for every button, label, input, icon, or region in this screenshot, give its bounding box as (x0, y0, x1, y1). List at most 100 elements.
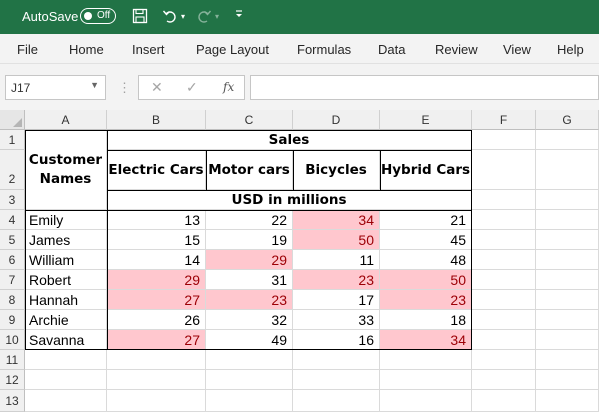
tab-view[interactable]: View (503, 42, 531, 57)
tab-page-layout[interactable]: Page Layout (196, 42, 269, 57)
empty-cell[interactable] (472, 330, 536, 350)
column-header-g[interactable]: G (536, 110, 599, 130)
tab-review[interactable]: Review (435, 42, 478, 57)
sales-value-cell[interactable]: 13 (107, 210, 206, 230)
tab-file[interactable]: File (17, 42, 38, 57)
customer-name-cell[interactable]: Emily (25, 210, 107, 230)
sales-value-cell[interactable]: 49 (206, 330, 293, 350)
empty-cell[interactable] (472, 390, 536, 412)
autosave-toggle[interactable]: Off (80, 8, 116, 24)
customer-name-cell[interactable]: Archie (25, 310, 107, 330)
units-cell[interactable]: USD in millions (107, 190, 472, 210)
empty-cell[interactable] (536, 390, 599, 412)
sales-value-cell[interactable]: 27 (107, 290, 206, 310)
empty-cell[interactable] (536, 310, 599, 330)
column-header-e[interactable]: E (380, 110, 472, 130)
empty-cell[interactable] (536, 250, 599, 270)
tab-formulas[interactable]: Formulas (297, 42, 351, 57)
empty-cell[interactable] (25, 350, 107, 370)
tab-help[interactable]: Help (557, 42, 584, 57)
name-box-dropdown-icon[interactable]: ▼ (90, 80, 99, 90)
empty-cell[interactable] (293, 390, 380, 412)
sales-value-cell[interactable]: 48 (380, 250, 472, 270)
row-header-7[interactable]: 7 (0, 270, 25, 290)
column-header-d[interactable]: D (293, 110, 380, 130)
sales-value-cell[interactable]: 31 (206, 270, 293, 290)
sales-value-cell[interactable]: 32 (206, 310, 293, 330)
customer-name-cell[interactable]: Robert (25, 270, 107, 290)
empty-cell[interactable] (206, 390, 293, 412)
cancel-icon[interactable]: ✕ (151, 79, 163, 96)
empty-cell[interactable] (472, 150, 536, 190)
empty-cell[interactable] (107, 350, 206, 370)
sales-value-cell[interactable]: 26 (107, 310, 206, 330)
row-header-1[interactable]: 1 (0, 130, 25, 150)
empty-cell[interactable] (380, 370, 472, 390)
undo-dropdown-icon[interactable]: ▾ (181, 8, 185, 26)
customer-names-header[interactable]: Customer Names (25, 130, 107, 210)
customize-toolbar-icon[interactable] (234, 8, 244, 26)
empty-cell[interactable] (472, 350, 536, 370)
empty-cell[interactable] (536, 210, 599, 230)
empty-cell[interactable] (107, 390, 206, 412)
empty-cell[interactable] (536, 230, 599, 250)
sales-value-cell[interactable]: 14 (107, 250, 206, 270)
empty-cell[interactable] (472, 130, 536, 150)
empty-cell[interactable] (536, 150, 599, 190)
sales-value-cell[interactable]: 21 (380, 210, 472, 230)
empty-cell[interactable] (380, 390, 472, 412)
redo-dropdown-icon[interactable]: ▾ (215, 8, 219, 26)
sales-value-cell[interactable]: 50 (293, 230, 380, 250)
product-header-cell[interactable]: Hybrid Cars (380, 150, 472, 190)
empty-cell[interactable] (536, 350, 599, 370)
empty-cell[interactable] (107, 370, 206, 390)
customer-name-cell[interactable]: William (25, 250, 107, 270)
row-header-13[interactable]: 13 (0, 390, 25, 412)
sales-value-cell[interactable]: 34 (293, 210, 380, 230)
sales-value-cell[interactable]: 23 (380, 290, 472, 310)
save-icon[interactable] (132, 8, 148, 29)
empty-cell[interactable] (536, 270, 599, 290)
row-header-9[interactable]: 9 (0, 310, 25, 330)
row-header-2[interactable]: 2 (0, 150, 25, 190)
sales-value-cell[interactable]: 34 (380, 330, 472, 350)
row-header-5[interactable]: 5 (0, 230, 25, 250)
sales-value-cell[interactable]: 23 (206, 290, 293, 310)
row-header-8[interactable]: 8 (0, 290, 25, 310)
column-header-b[interactable]: B (107, 110, 206, 130)
empty-cell[interactable] (472, 290, 536, 310)
sales-value-cell[interactable]: 45 (380, 230, 472, 250)
empty-cell[interactable] (536, 290, 599, 310)
column-header-f[interactable]: F (472, 110, 536, 130)
empty-cell[interactable] (472, 310, 536, 330)
sales-value-cell[interactable]: 23 (293, 270, 380, 290)
select-all-button[interactable] (0, 110, 25, 130)
empty-cell[interactable] (380, 350, 472, 370)
row-header-3[interactable]: 3 (0, 190, 25, 210)
customer-name-cell[interactable]: Hannah (25, 290, 107, 310)
empty-cell[interactable] (472, 190, 536, 210)
name-box[interactable]: J17 ▼ (5, 75, 106, 100)
formula-input[interactable] (250, 75, 599, 100)
empty-cell[interactable] (536, 130, 599, 150)
tab-insert[interactable]: Insert (132, 42, 165, 57)
empty-cell[interactable] (25, 370, 107, 390)
product-header-cell[interactable]: Motor cars (206, 150, 293, 190)
empty-cell[interactable] (206, 370, 293, 390)
sales-title-cell[interactable]: Sales (107, 130, 472, 150)
empty-cell[interactable] (472, 370, 536, 390)
empty-cell[interactable] (293, 350, 380, 370)
customer-name-cell[interactable]: Savanna (25, 330, 107, 350)
empty-cell[interactable] (25, 390, 107, 412)
sales-value-cell[interactable]: 22 (206, 210, 293, 230)
redo-icon[interactable] (196, 8, 212, 29)
sales-value-cell[interactable]: 19 (206, 230, 293, 250)
sales-value-cell[interactable]: 33 (293, 310, 380, 330)
row-header-10[interactable]: 10 (0, 330, 25, 350)
row-header-6[interactable]: 6 (0, 250, 25, 270)
empty-cell[interactable] (536, 370, 599, 390)
row-header-12[interactable]: 12 (0, 370, 25, 390)
tab-home[interactable]: Home (69, 42, 104, 57)
product-header-cell[interactable]: Electric Cars (107, 150, 206, 190)
product-header-cell[interactable]: Bicycles (293, 150, 380, 190)
